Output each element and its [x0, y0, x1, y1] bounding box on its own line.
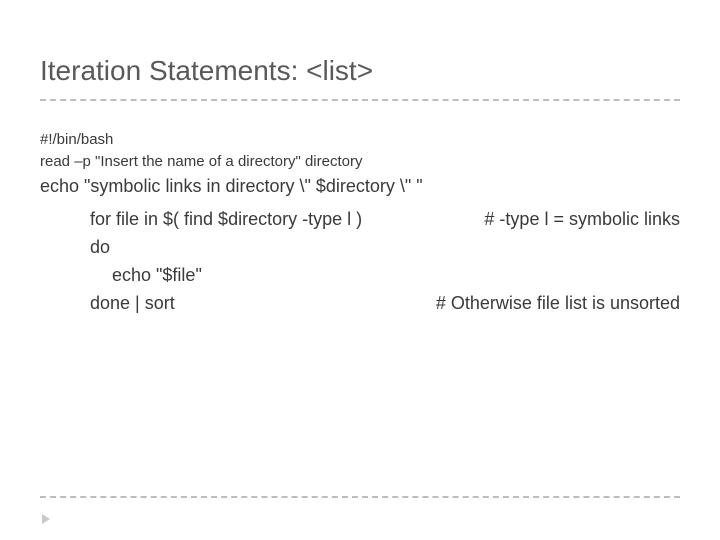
slide-body: #!/bin/bash read –p "Insert the name of … — [40, 129, 680, 318]
slide-title: Iteration Statements: <list> — [40, 55, 680, 99]
slide: Iteration Statements: <list> #!/bin/bash… — [0, 0, 720, 540]
code-line-echo-inner: echo "$file" — [90, 262, 680, 290]
code-block-loop: for file in $( find $directory -type l )… — [90, 206, 680, 318]
title-underline — [40, 99, 680, 101]
code-text-done: done | sort — [90, 290, 175, 318]
code-comment-typel: # -type l = symbolic links — [484, 206, 680, 234]
slide-marker-icon — [42, 514, 50, 524]
code-line-do: do — [90, 234, 680, 262]
code-line-echo: echo "symbolic links in directory \" $di… — [40, 173, 680, 201]
code-line-shebang: #!/bin/bash — [40, 129, 680, 151]
footer-rule — [40, 496, 680, 498]
code-comment-sort: # Otherwise file list is unsorted — [436, 290, 680, 318]
code-row-done: done | sort # Otherwise file list is uns… — [90, 290, 680, 318]
code-row-for: for file in $( find $directory -type l )… — [90, 206, 680, 234]
code-text-for: for file in $( find $directory -type l ) — [90, 206, 362, 234]
code-line-read: read –p "Insert the name of a directory"… — [40, 151, 680, 173]
